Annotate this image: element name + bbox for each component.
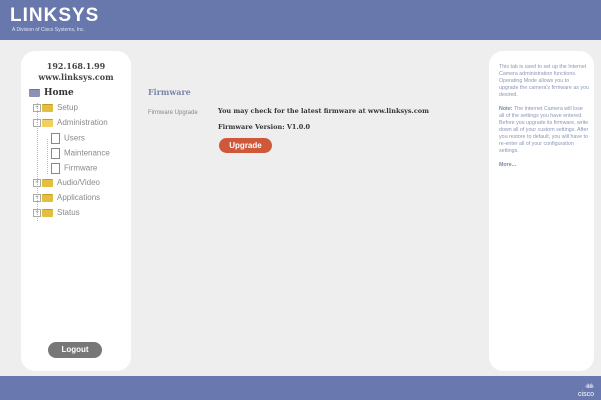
sidebar-item-label: Applications (57, 193, 101, 202)
sidebar: 192.168.1.99 www.linksys.com Home + Setup… (21, 51, 131, 371)
document-icon (51, 163, 60, 174)
sidebar-item-audio-video[interactable]: + Audio/Video (33, 178, 100, 188)
folder-open-icon (42, 118, 53, 127)
help-text: This tab is used to set up the Internet … (499, 64, 589, 176)
note-label: Note: (499, 106, 513, 112)
firmware-check-text: You may check for the latest firmware at… (218, 107, 429, 115)
linksys-logo: LINKSYS (10, 5, 100, 26)
sidebar-item-label: Maintenance (64, 148, 110, 158)
expand-icon[interactable]: + (33, 178, 41, 187)
expand-icon[interactable]: + (33, 103, 41, 112)
expand-icon[interactable]: + (33, 193, 41, 202)
sidebar-item-administration[interactable]: - Administration (33, 118, 108, 128)
help-panel: This tab is used to set up the Internet … (489, 51, 594, 371)
sidebar-item-applications[interactable]: + Applications (33, 193, 100, 203)
content-area: 192.168.1.99 www.linksys.com Home + Setup… (0, 40, 601, 376)
tree-line (47, 139, 48, 174)
help-paragraph: This tab is used to set up the Internet … (499, 64, 589, 98)
linksys-logo-subtitle: A Division of Cisco Systems, Inc. (12, 27, 85, 33)
device-ip: 192.168.1.99 (46, 61, 106, 71)
help-note: Note: The Internet Camera will lose all … (499, 106, 589, 155)
logout-button[interactable]: Logout (48, 342, 102, 358)
collapse-icon[interactable]: - (33, 118, 41, 127)
sidebar-item-label: Setup (57, 103, 78, 112)
cisco-logo-text: cisco (578, 391, 594, 398)
document-icon (51, 148, 60, 159)
upgrade-button[interactable]: Upgrade (219, 138, 272, 153)
firmware-version: Firmware Version: V1.0.0 (218, 123, 311, 131)
firmware-upgrade-label: Firmware Upgrade (148, 110, 198, 116)
header-bar: LINKSYS A Division of Cisco Systems, Inc… (0, 0, 601, 40)
more-link[interactable]: More... (499, 162, 516, 168)
folder-icon (42, 193, 53, 202)
sidebar-item-status[interactable]: + Status (33, 208, 80, 218)
sidebar-item-label: Audio/Video (57, 178, 100, 187)
sidebar-item-firmware[interactable]: Firmware (51, 163, 97, 174)
sidebar-item-label: Administration (57, 118, 108, 127)
sidebar-item-users[interactable]: Users (51, 133, 85, 144)
sidebar-item-label: Home (44, 88, 74, 98)
folder-icon (29, 88, 40, 97)
folder-icon (42, 178, 53, 187)
sidebar-item-label: Firmware (64, 163, 98, 173)
note-text: The Internet Camera will lose all of the… (499, 106, 589, 154)
sidebar-item-maintenance[interactable]: Maintenance (51, 148, 110, 159)
sidebar-item-home[interactable]: Home (29, 88, 74, 98)
folder-icon (42, 208, 53, 217)
sidebar-item-setup[interactable]: + Setup (33, 103, 78, 113)
expand-icon[interactable]: + (33, 208, 41, 217)
page-title: Firmware (148, 87, 191, 97)
cisco-bars-icon: ·ılıılı· (584, 384, 595, 390)
sidebar-item-label: Users (64, 133, 85, 143)
linksys-url[interactable]: www.linksys.com (21, 72, 131, 82)
footer-bar: ·ılıılı· cisco (0, 376, 601, 400)
folder-icon (42, 103, 53, 112)
sidebar-item-label: Status (57, 208, 80, 217)
cisco-logo: ·ılıılı· cisco (578, 384, 594, 398)
document-icon (51, 133, 60, 144)
